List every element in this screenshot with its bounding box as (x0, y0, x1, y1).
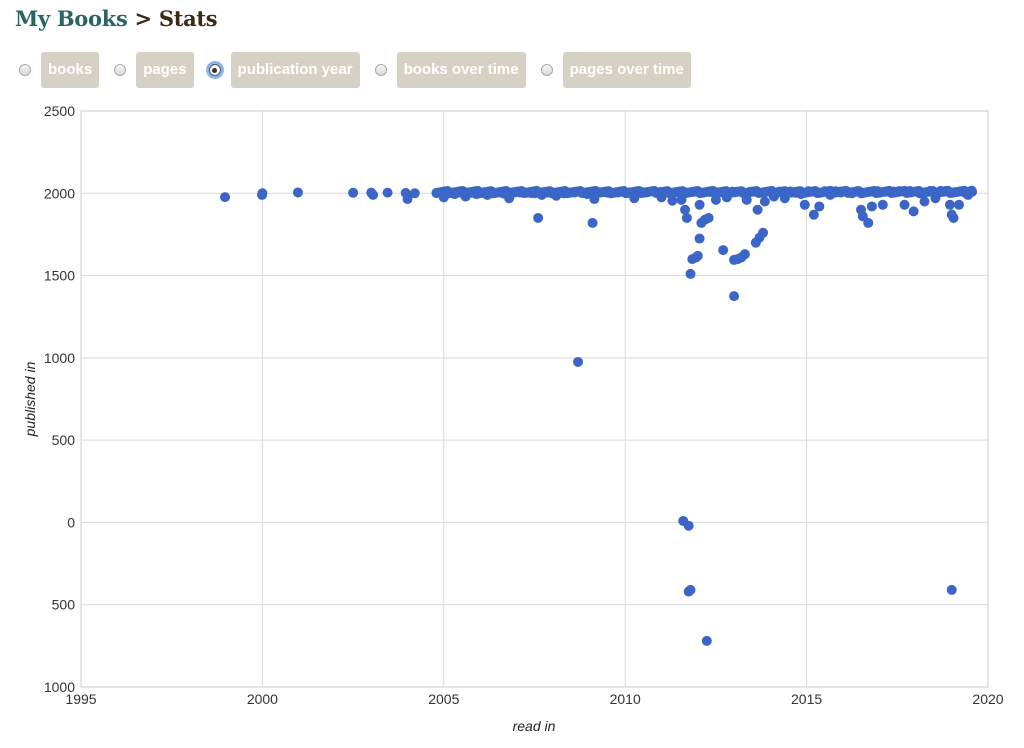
data-point[interactable] (877, 199, 888, 210)
data-point[interactable] (808, 209, 819, 220)
x-tick-label: 1995 (65, 691, 96, 707)
data-point[interactable] (948, 212, 959, 223)
data-point[interactable] (368, 189, 379, 200)
data-point[interactable] (967, 186, 978, 197)
data-point[interactable] (683, 520, 694, 531)
y-tick-label: 2000 (44, 185, 75, 201)
data-point[interactable] (692, 250, 703, 261)
x-tick-label: 2015 (791, 691, 822, 707)
data-point[interactable] (866, 201, 877, 212)
data-points (220, 185, 978, 646)
data-point[interactable] (718, 245, 729, 256)
data-point[interactable] (348, 187, 359, 198)
data-point[interactable] (908, 206, 919, 217)
x-tick-label: 2005 (428, 691, 459, 707)
data-point[interactable] (863, 217, 874, 228)
data-point[interactable] (703, 212, 714, 223)
data-point[interactable] (587, 217, 598, 228)
data-point[interactable] (409, 188, 420, 199)
data-point[interactable] (694, 199, 705, 210)
data-point[interactable] (799, 199, 810, 210)
data-point[interactable] (953, 199, 964, 210)
data-point[interactable] (729, 291, 740, 302)
y-tick-label: 1000 (44, 350, 75, 366)
data-point[interactable] (685, 268, 696, 279)
data-point[interactable] (681, 212, 692, 223)
x-axis-ticks: 1995 2000 2005 2010 2015 2020 (65, 691, 1003, 707)
data-point[interactable] (946, 584, 957, 595)
y-tick-label: 1500 (44, 268, 75, 284)
data-point[interactable] (752, 204, 763, 215)
data-point[interactable] (292, 187, 303, 198)
data-point[interactable] (533, 212, 544, 223)
x-tick-label: 2010 (610, 691, 641, 707)
y-axis-title: published in (22, 361, 38, 437)
data-point[interactable] (758, 227, 769, 238)
data-point[interactable] (257, 188, 268, 199)
y-tick-label: 0 (67, 514, 75, 530)
data-point[interactable] (680, 204, 691, 215)
data-point[interactable] (739, 249, 750, 260)
x-axis-title: read in (513, 718, 556, 734)
y-tick-label: 2500 (44, 103, 75, 119)
data-point[interactable] (899, 199, 910, 210)
data-point[interactable] (220, 192, 231, 203)
data-point[interactable] (814, 201, 825, 212)
data-point[interactable] (759, 196, 770, 207)
data-point[interactable] (685, 584, 696, 595)
x-tick-label: 2020 (972, 691, 1003, 707)
y-tick-label: 500 (52, 597, 76, 613)
data-point[interactable] (573, 356, 584, 367)
data-point[interactable] (382, 187, 393, 198)
y-tick-label: 500 (52, 432, 76, 448)
scatter-chart: 250020001500100050005001000 1995 2000 2005… (22, 103, 1004, 734)
data-point[interactable] (694, 233, 705, 244)
data-point[interactable] (701, 635, 712, 646)
y-axis-ticks: 250020001500100050005001000 (44, 103, 75, 695)
data-point[interactable] (944, 199, 955, 210)
x-tick-label: 2000 (247, 691, 278, 707)
